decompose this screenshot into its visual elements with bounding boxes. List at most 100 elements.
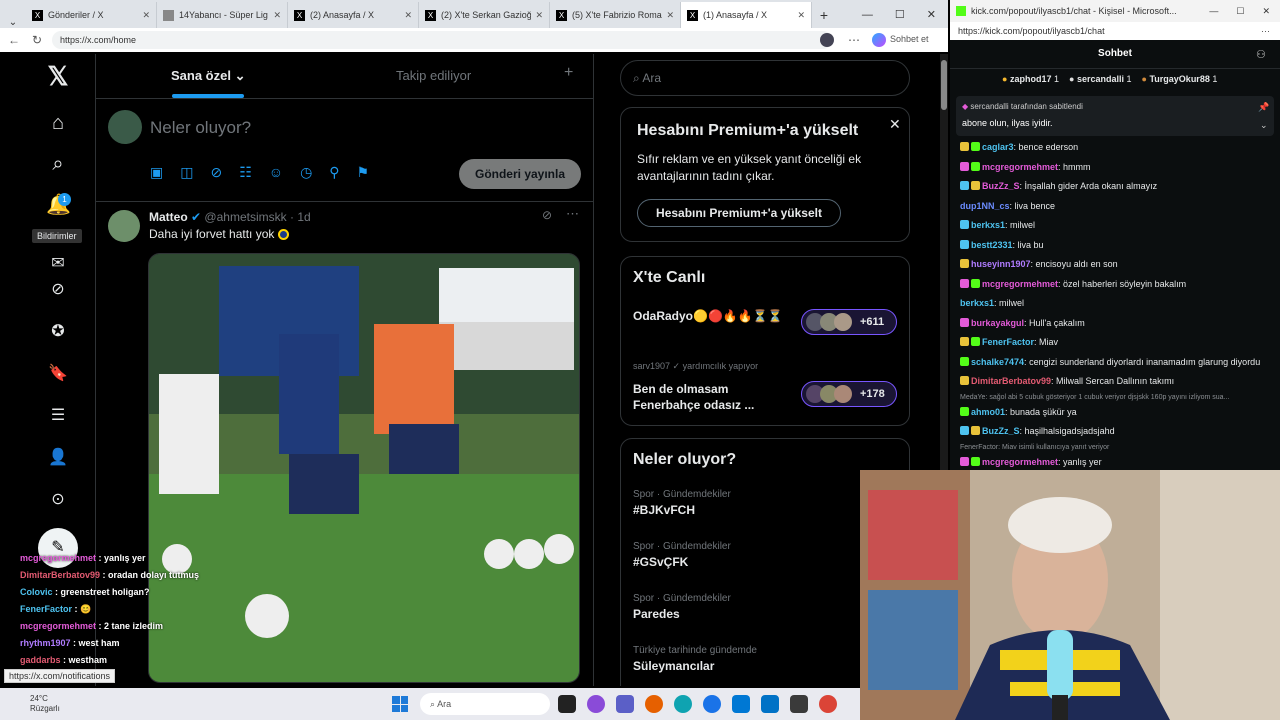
copilot-icon[interactable]: [587, 695, 605, 713]
author-name[interactable]: Matteo: [149, 210, 188, 224]
post-image[interactable]: [148, 253, 580, 683]
reply-context[interactable]: FenerFactor: Miav isimli kullanıcıya yan…: [950, 442, 1280, 453]
chat-username[interactable]: berkxs1: [960, 298, 994, 308]
tab-following[interactable]: Takip ediliyor: [396, 68, 471, 83]
search-icon[interactable]: ⌕: [46, 152, 70, 176]
live-room-title[interactable]: OdaRadyo🟡🔴🔥🔥⏳⏳: [633, 308, 783, 325]
close-tab-icon[interactable]: ✕: [535, 10, 543, 21]
taskbar-search[interactable]: ⌕ Ara: [420, 693, 550, 715]
copilot-icon[interactable]: [872, 33, 886, 47]
avatar[interactable]: [108, 210, 140, 242]
tab-for-you[interactable]: Sana özel ⌄: [171, 68, 245, 84]
compose-input[interactable]: Neler oluyor?: [150, 118, 251, 138]
chat-username[interactable]: berkxs1: [971, 220, 1005, 230]
close-tab-icon[interactable]: ✕: [666, 10, 674, 21]
trend-item[interactable]: Spor · Gündemdekiler Paredes: [633, 593, 731, 621]
close-icon[interactable]: ✕: [889, 116, 901, 133]
minimize-icon[interactable]: —: [862, 2, 873, 28]
start-icon[interactable]: [392, 696, 408, 712]
live-room-listeners[interactable]: +611: [801, 309, 897, 335]
more-icon[interactable]: ⋯: [848, 33, 860, 47]
close-tab-icon[interactable]: ✕: [404, 10, 412, 21]
more-options-icon[interactable]: ⋯: [566, 206, 579, 222]
grok-icon[interactable]: ⊘: [542, 208, 552, 222]
live-room-listeners[interactable]: +178: [801, 381, 897, 407]
url-field[interactable]: https://x.com/home: [52, 31, 832, 49]
chat-username[interactable]: mcgregormehmet: [982, 279, 1058, 289]
avatar[interactable]: [820, 33, 834, 47]
close-window-icon[interactable]: ✕: [927, 2, 936, 28]
close-tab-icon[interactable]: ✕: [797, 10, 805, 21]
browser-tab[interactable]: 14Yabancı - Süper Lig Yab ✕: [157, 2, 288, 28]
sidebar-chat-label[interactable]: Sohbet et: [890, 34, 929, 44]
chat-username[interactable]: burkayakgul: [971, 318, 1024, 328]
minimize-icon[interactable]: —: [1209, 6, 1218, 17]
schedule-icon[interactable]: ◷: [300, 164, 312, 181]
grok-icon[interactable]: ⊘: [46, 278, 70, 302]
pin-icon[interactable]: 📌: [1258, 102, 1269, 113]
firefox-icon[interactable]: [645, 695, 663, 713]
gif-icon[interactable]: ◫: [180, 164, 193, 181]
store-icon[interactable]: [732, 695, 750, 713]
gifter-item[interactable]: ● zaphod17 1: [1002, 74, 1059, 84]
trend-item[interactable]: Spor · Gündemdekiler #GSvÇFK: [633, 541, 731, 569]
grok-icon[interactable]: ⊘: [210, 164, 222, 181]
teams-icon[interactable]: [616, 695, 634, 713]
verified-icon[interactable]: ✪: [46, 320, 70, 344]
pinned-message[interactable]: ◆ sercandalli tarafından sabitlendi abon…: [956, 96, 1274, 136]
new-tab-icon[interactable]: +: [812, 2, 836, 28]
back-icon[interactable]: ←: [8, 33, 20, 47]
chrome-icon[interactable]: [703, 695, 721, 713]
emoji-icon[interactable]: ☺: [269, 164, 283, 181]
chat-username[interactable]: schalke7474: [971, 357, 1024, 367]
author-handle[interactable]: @ahmetsimskk: [204, 210, 286, 224]
flag-icon[interactable]: ⚑: [357, 164, 370, 181]
messages-icon[interactable]: ✉: [46, 252, 70, 276]
obs-icon[interactable]: [790, 695, 808, 713]
image-icon[interactable]: ▣: [150, 164, 163, 181]
browser-tab-active[interactable]: X (1) Anasayfa / X ✕: [681, 2, 812, 28]
chat-username[interactable]: DimitarBerbatov99: [971, 376, 1051, 386]
live-room-title[interactable]: Ben de olmasam Fenerbahçe odasız ...: [633, 381, 783, 413]
browser-tab[interactable]: X (5) X'te Fabrizio Romano: ' ✕: [550, 2, 681, 28]
close-tab-icon[interactable]: ✕: [142, 10, 150, 21]
reply-context[interactable]: MedaYe: sağol abi 5 cubuk gösteriyor 1 c…: [950, 392, 1280, 403]
gifter-item[interactable]: ● TurgayOkur88 1: [1142, 74, 1218, 84]
avatar[interactable]: [108, 110, 142, 144]
search-field[interactable]: ⌕ Ara: [620, 60, 910, 96]
maximize-icon[interactable]: ☐: [1236, 6, 1244, 17]
chat-username[interactable]: bestt2331: [971, 240, 1013, 250]
chat-users-icon[interactable]: ⚇: [1256, 48, 1266, 61]
chat-username[interactable]: huseyinn1907: [971, 259, 1031, 269]
post-time[interactable]: 1d: [297, 210, 310, 224]
chat-username[interactable]: ahmo01: [971, 407, 1005, 417]
browser-tab[interactable]: X (2) Anasayfa / X ✕: [288, 2, 419, 28]
browser-tab[interactable]: X Gönderiler / X ✕: [26, 2, 157, 28]
home-icon[interactable]: ⌂: [46, 111, 70, 135]
location-icon[interactable]: ⚲: [329, 164, 339, 181]
gifter-item[interactable]: ● sercandalli 1: [1069, 74, 1132, 84]
trend-item[interactable]: Türkiye tarihinde gündemde Süleymancılar: [633, 645, 757, 673]
browser-tab[interactable]: X (2) X'te Serkan Gazioğlu: '✕: [419, 2, 550, 28]
chat-username[interactable]: mcgregormehmet: [982, 162, 1058, 172]
chat-username[interactable]: dup1NN_cs: [960, 201, 1010, 211]
tab-list-icon[interactable]: ⌄: [0, 17, 26, 28]
chevron-down-icon[interactable]: ⌄: [1260, 120, 1268, 131]
outlook-icon[interactable]: [761, 695, 779, 713]
bookmarks-icon[interactable]: 🔖: [46, 362, 70, 386]
close-tab-icon[interactable]: ✕: [273, 10, 281, 21]
weather-widget[interactable]: 24°C Rüzgarlı: [0, 694, 70, 714]
close-window-icon[interactable]: ✕: [1262, 6, 1270, 17]
more-icon[interactable]: ⋯: [1261, 26, 1280, 37]
poll-icon[interactable]: ☷: [239, 164, 252, 181]
chat-username[interactable]: BuzZz_S: [982, 426, 1020, 436]
add-tab-icon[interactable]: +: [564, 64, 573, 82]
profile-icon[interactable]: 👤: [46, 446, 70, 470]
premium-upgrade-button[interactable]: Hesabını Premium+'a yükselt: [637, 199, 841, 227]
chat-username[interactable]: caglar3: [982, 142, 1014, 152]
maximize-icon[interactable]: ☐: [895, 2, 905, 28]
post-button[interactable]: Gönderi yayınla: [459, 159, 581, 189]
lists-icon[interactable]: ☰: [46, 404, 70, 428]
chat-username[interactable]: FenerFactor: [982, 337, 1034, 347]
refresh-icon[interactable]: ↻: [32, 33, 42, 47]
